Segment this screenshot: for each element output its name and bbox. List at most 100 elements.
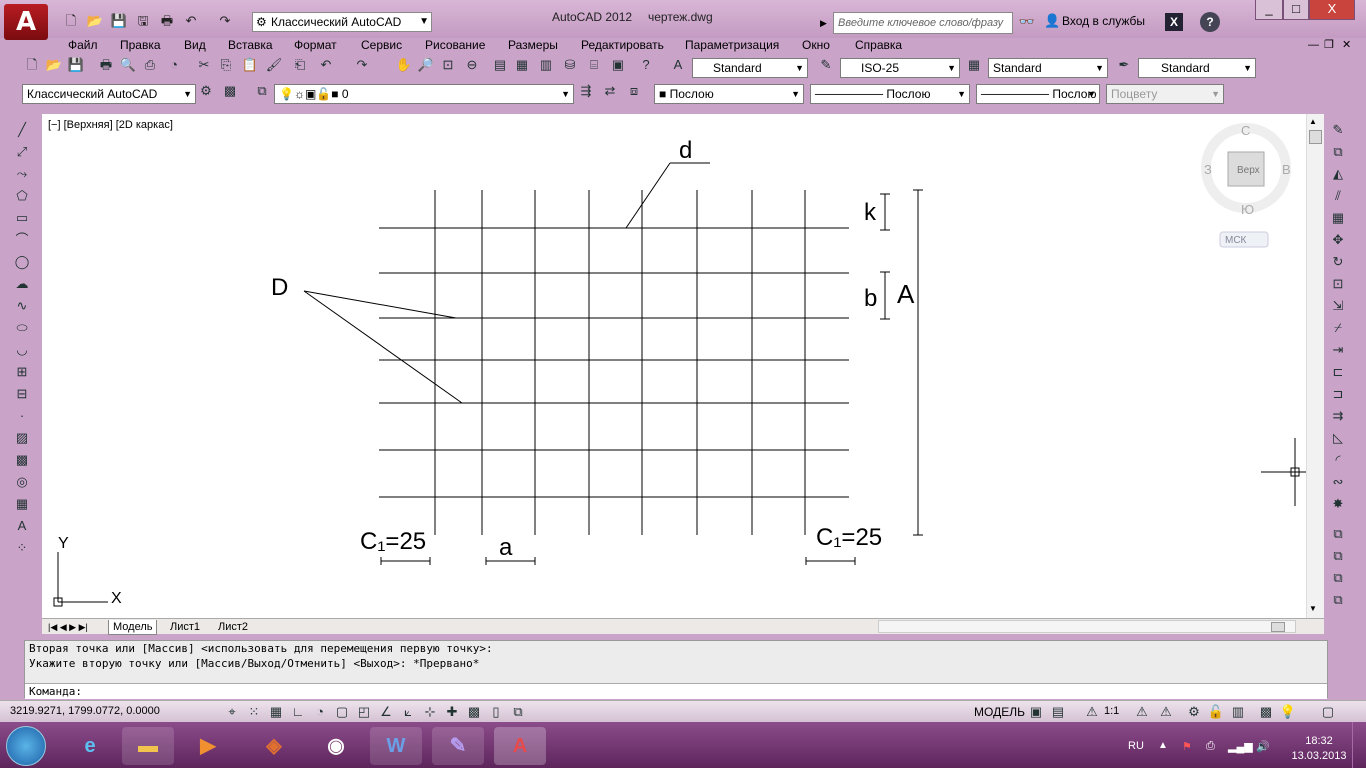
workspace-settings-icon[interactable]: ⚙ xyxy=(196,81,216,101)
tab-nav-arrows[interactable]: |◀ ◀ ▶ ▶| xyxy=(44,620,92,634)
gradient-icon[interactable]: ▩ xyxy=(12,450,32,470)
text-style-select[interactable]: Standard ▼ xyxy=(692,58,808,78)
region-icon[interactable]: ◎ xyxy=(12,472,32,492)
arc-icon[interactable]: ⌒ xyxy=(12,230,32,250)
workspace-selector[interactable]: ⚙ Классический AutoCAD ▼ xyxy=(252,12,432,32)
zoom-realtime-icon[interactable]: 🔎 xyxy=(416,55,436,75)
erase-icon[interactable]: ✎ xyxy=(1328,120,1348,140)
3dosnap-icon[interactable]: ◰ xyxy=(354,702,374,722)
quick-view-layouts-icon[interactable]: ▣ xyxy=(1026,702,1046,722)
hatch-icon[interactable]: ▨ xyxy=(12,428,32,448)
help-icon[interactable]: ? xyxy=(636,55,656,75)
menu-draw[interactable]: Рисование xyxy=(425,38,485,52)
scroll-down-icon[interactable]: ▼ xyxy=(1309,604,1317,613)
quick-properties-icon[interactable]: ▯ xyxy=(486,702,506,722)
search-input[interactable]: Введите ключевое слово/фразу xyxy=(833,12,1013,34)
send-under-icon[interactable]: ⧉ xyxy=(1328,590,1348,610)
undo-icon[interactable]: ↶ xyxy=(182,12,200,30)
menu-window[interactable]: Окно xyxy=(802,38,830,52)
chamfer-icon[interactable]: ◺ xyxy=(1328,428,1348,448)
scroll-thumb[interactable] xyxy=(1309,130,1322,144)
properties-icon[interactable]: ▤ xyxy=(490,55,510,75)
lineweight-select[interactable]: ──────── Послою ▼ xyxy=(976,84,1100,104)
viewcube[interactable]: Верх С Ю З В МСК xyxy=(1201,123,1291,248)
application-menu-button[interactable]: A xyxy=(4,4,48,40)
extend-icon[interactable]: ⇥ xyxy=(1328,340,1348,360)
polar-icon[interactable]: ◔ xyxy=(310,702,330,722)
menu-format[interactable]: Формат xyxy=(294,38,337,52)
markup-icon[interactable]: ⌸ xyxy=(584,55,604,75)
tab-layout2[interactable]: Лист2 xyxy=(214,620,252,634)
media-player-icon[interactable]: ▶ xyxy=(182,727,234,765)
rectangle-icon[interactable]: ▭ xyxy=(12,208,32,228)
rotate-icon[interactable]: ↻ xyxy=(1328,252,1348,272)
layer-isolate-icon[interactable]: ⧈ xyxy=(624,81,644,101)
menu-insert[interactable]: Вставка xyxy=(228,38,273,52)
tool-palettes-icon[interactable]: ▥ xyxy=(536,55,556,75)
color-select[interactable]: ■ Послою ▼ xyxy=(654,84,804,104)
linetype-select[interactable]: ──────── Послою ▼ xyxy=(810,84,970,104)
tab-layout1[interactable]: Лист1 xyxy=(166,620,204,634)
ie-icon[interactable]: e xyxy=(64,727,116,765)
add-selected-icon[interactable]: ⁘ xyxy=(12,538,32,558)
zoom-window-icon[interactable]: ⊡ xyxy=(438,55,458,75)
grid-icon[interactable]: ▦ xyxy=(266,702,286,722)
break-icon[interactable]: ⊐ xyxy=(1328,384,1348,404)
tab-model[interactable]: Модель xyxy=(108,620,158,635)
open-icon[interactable]: 📂 xyxy=(86,12,104,30)
menu-help[interactable]: Справка xyxy=(855,38,902,52)
print-icon[interactable]: 🖶 xyxy=(158,12,176,30)
undo-icon[interactable]: ↶ xyxy=(316,55,336,75)
menu-dimension[interactable]: Размеры xyxy=(508,38,558,52)
ortho-icon[interactable]: ∟ xyxy=(288,702,308,722)
move-icon[interactable]: ✥ xyxy=(1328,230,1348,250)
tray-expand-icon[interactable]: ▲ xyxy=(1158,740,1168,751)
draworder-back-icon[interactable]: ⧉ xyxy=(1328,546,1348,566)
annotation-visibility-icon[interactable]: ⚠ xyxy=(1132,702,1152,722)
auto-scale-icon[interactable]: ⚠ xyxy=(1156,702,1176,722)
calculator-icon[interactable]: ▣ xyxy=(608,55,628,75)
revcloud-icon[interactable]: ☁ xyxy=(12,274,32,294)
mtext-icon[interactable]: A xyxy=(12,516,32,536)
draworder-front-icon[interactable]: ⧉ xyxy=(1328,524,1348,544)
show-desktop-button[interactable] xyxy=(1352,722,1366,768)
point-icon[interactable]: · xyxy=(12,406,32,426)
paste-icon[interactable]: 📋 xyxy=(240,55,260,75)
scale-icon[interactable]: ⊡ xyxy=(1328,274,1348,294)
selection-cycling-icon[interactable]: ⧉ xyxy=(508,702,528,722)
workspace-switch-icon[interactable]: ⚙ xyxy=(1184,702,1204,722)
line-icon[interactable]: ╱ xyxy=(12,120,32,140)
menu-file[interactable]: Файл xyxy=(68,38,98,52)
3dprint-icon[interactable]: ◔ xyxy=(164,55,184,75)
doc-minimize-icon[interactable]: — xyxy=(1308,38,1319,52)
cut-icon[interactable]: ✂ xyxy=(194,55,214,75)
ellipse-icon[interactable]: ⬭ xyxy=(12,318,32,338)
annotation-scale[interactable]: 1:1 xyxy=(1104,705,1119,717)
menu-tools[interactable]: Сервис xyxy=(361,38,402,52)
save-as-icon[interactable]: 🖫 xyxy=(134,12,152,30)
array-icon[interactable]: ▦ xyxy=(1328,208,1348,228)
quick-view-drawings-icon[interactable]: ▤ xyxy=(1048,702,1068,722)
pan-icon[interactable]: ✋ xyxy=(394,55,414,75)
save-icon[interactable]: 💾 xyxy=(66,55,86,75)
word-icon[interactable]: W xyxy=(370,727,422,765)
redo-icon[interactable]: ↷ xyxy=(216,12,234,30)
ducs-icon[interactable]: ⟀ xyxy=(398,702,418,722)
polygon-icon[interactable]: ⬠ xyxy=(12,186,32,206)
isolate-objects-icon[interactable]: 💡 xyxy=(1278,702,1298,722)
publish-icon[interactable]: ⎙ xyxy=(140,55,160,75)
layer-manager-icon[interactable]: ⧉ xyxy=(252,81,272,101)
infer-constraints-icon[interactable]: ⌖ xyxy=(222,702,242,722)
drawing-area[interactable]: d k b A D a C₁=25 C₁=25 Y X Верх С Ю З В… xyxy=(42,114,1308,618)
otrack-icon[interactable]: ∠ xyxy=(376,702,396,722)
horizontal-scrollbar[interactable] xyxy=(878,620,1296,633)
spline-icon[interactable]: ∿ xyxy=(12,296,32,316)
signin-button[interactable]: Вход в службы xyxy=(1062,14,1145,28)
lock-icon[interactable]: 🔓 xyxy=(1206,702,1226,722)
viewcube-west[interactable]: З xyxy=(1204,162,1212,177)
hscroll-thumb[interactable] xyxy=(1271,622,1285,632)
transparency-icon[interactable]: ▩ xyxy=(464,702,484,722)
maximize-button[interactable]: □ xyxy=(1283,0,1309,20)
dim-style-select[interactable]: ISO-25 ▼ xyxy=(840,58,960,78)
plot-icon[interactable]: 🖶 xyxy=(96,55,116,75)
